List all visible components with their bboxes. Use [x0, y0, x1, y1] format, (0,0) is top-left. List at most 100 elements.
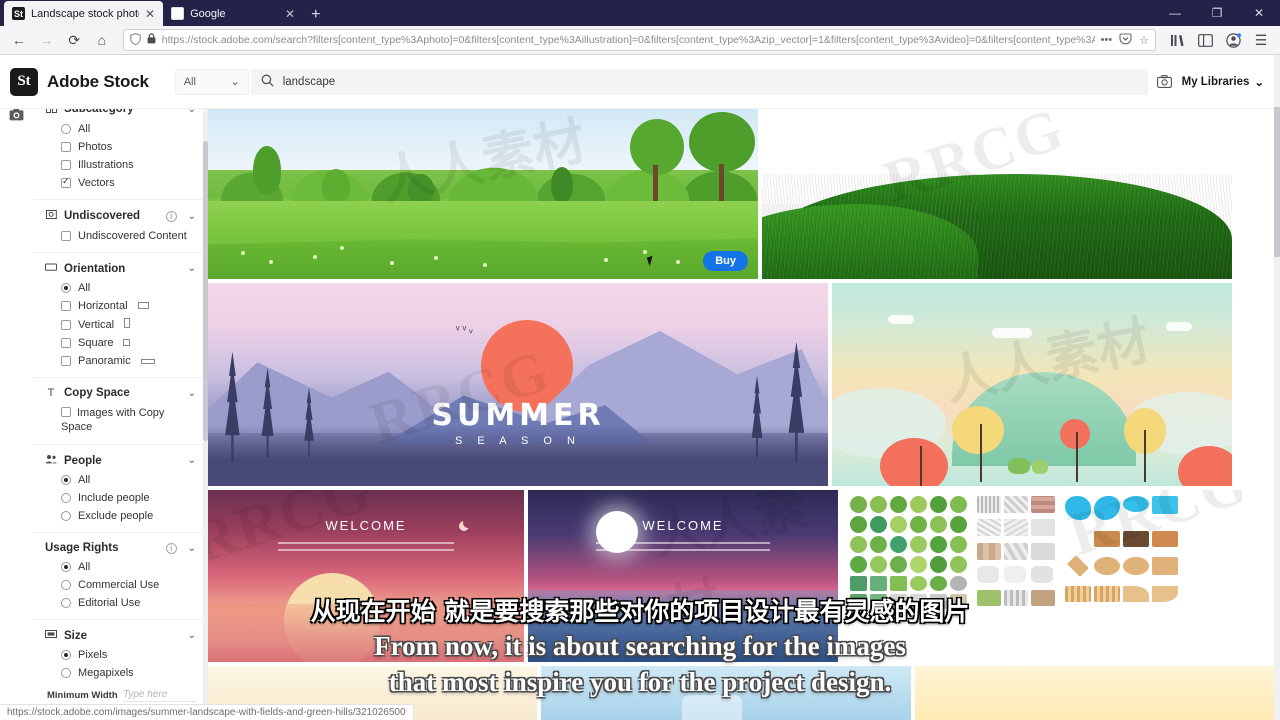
account-icon[interactable]: [1220, 28, 1246, 52]
radio-icon[interactable]: [61, 511, 71, 521]
back-button[interactable]: ←: [6, 28, 32, 52]
option-horizontal[interactable]: Horizontal: [61, 300, 196, 312]
option-label: All: [78, 474, 91, 486]
category-select[interactable]: All ⌄: [174, 68, 249, 95]
checkbox-icon[interactable]: [61, 356, 71, 366]
radio-icon[interactable]: [61, 598, 71, 608]
option-megapixels[interactable]: Megapixels: [61, 667, 196, 679]
info-icon[interactable]: i: [165, 210, 177, 222]
new-tab-button[interactable]: +: [303, 7, 328, 26]
result-card-welcome-sunset[interactable]: WELCOME RRCG: [208, 490, 524, 662]
page-scrollbar-thumb[interactable]: [1274, 107, 1280, 257]
result-card-summer-season[interactable]: ᵛ ᵛ ᵥ SUMMER S E A S O N RRCG: [208, 283, 828, 486]
radio-icon-selected[interactable]: [61, 283, 71, 293]
result-card-partial-2[interactable]: [541, 666, 911, 720]
adobe-stock-wordmark[interactable]: Adobe Stock: [47, 72, 149, 92]
chevron-down-icon[interactable]: ⌄: [188, 388, 196, 399]
option-all[interactable]: All: [61, 123, 196, 135]
icon-sheet: [850, 496, 1234, 609]
bookmark-star-icon[interactable]: ☆: [1139, 34, 1149, 47]
adobe-stock-logo-icon[interactable]: St: [10, 67, 38, 96]
result-card-landscape-icons[interactable]: RRCG: [842, 490, 1242, 662]
checkbox-icon[interactable]: [61, 160, 71, 170]
option-panoramic[interactable]: Panoramic: [61, 355, 196, 367]
chevron-down-icon[interactable]: ⌄: [188, 630, 196, 641]
radio-icon[interactable]: [61, 668, 71, 678]
option-all[interactable]: All: [61, 561, 196, 573]
result-card-autumn-pastel[interactable]: 人人素材: [832, 283, 1232, 486]
checkbox-icon[interactable]: [61, 319, 71, 330]
option-list: All Photos Illustrations Vectors: [45, 123, 196, 189]
option-exclude-people[interactable]: Exclude people: [61, 510, 196, 522]
search-bar[interactable]: landscape: [250, 68, 1148, 95]
trunk: [920, 446, 922, 486]
close-window-icon[interactable]: ✕: [1238, 0, 1280, 26]
search-input[interactable]: landscape: [283, 76, 335, 88]
people-icon: [45, 454, 57, 467]
library-icon[interactable]: [1164, 28, 1190, 52]
address-bar[interactable]: https://stock.adobe.com/search?filters[c…: [122, 29, 1157, 51]
option-commercial-use[interactable]: Commercial Use: [61, 579, 196, 591]
browser-tab-google[interactable]: G Google ✕: [163, 1, 303, 26]
chevron-down-icon[interactable]: ⌄: [188, 543, 196, 554]
option-photos[interactable]: Photos: [61, 141, 196, 153]
section-header[interactable]: Orientation ⌄: [45, 262, 196, 275]
section-header[interactable]: Undiscovered i ⌄: [45, 209, 196, 223]
tab-close-icon[interactable]: ✕: [285, 7, 295, 21]
chevron-down-icon[interactable]: ⌄: [188, 455, 196, 466]
option-vertical[interactable]: Vertical: [61, 318, 196, 331]
option-all[interactable]: All: [61, 474, 196, 486]
checkbox-icon[interactable]: [61, 142, 71, 152]
option-images-with-copy-space[interactable]: Images with Copy Space: [45, 406, 196, 434]
option-undiscovered-content[interactable]: Undiscovered Content: [61, 230, 196, 242]
section-header[interactable]: People ⌄: [45, 454, 196, 467]
result-card-meadow[interactable]: 人人素材 Buy: [208, 109, 758, 279]
forward-button[interactable]: →: [34, 28, 60, 52]
sidebar-icon[interactable]: [1192, 28, 1218, 52]
checkbox-icon[interactable]: [61, 407, 71, 417]
panoramic-shape-icon: [140, 355, 155, 367]
checkbox-icon[interactable]: [61, 338, 71, 348]
browser-tab-stock[interactable]: St Landscape stock photos, royalt ✕: [4, 1, 164, 26]
checkbox-icon[interactable]: [61, 301, 71, 311]
buy-button[interactable]: Buy: [703, 251, 748, 271]
radio-icon-selected[interactable]: [61, 475, 71, 485]
page-actions-icon[interactable]: •••: [1101, 34, 1113, 46]
visual-search-camera-icon[interactable]: [1148, 75, 1182, 88]
my-libraries-menu[interactable]: My Libraries ⌄: [1182, 75, 1280, 89]
minimum-width-input[interactable]: Type here: [123, 689, 196, 702]
option-vectors[interactable]: Vectors: [61, 176, 196, 189]
welcome-title: WELCOME: [642, 517, 724, 533]
option-include-people[interactable]: Include people: [61, 492, 196, 504]
reload-button[interactable]: ⟳: [61, 28, 87, 52]
tab-close-icon[interactable]: ✕: [145, 7, 155, 21]
shield-icon[interactable]: [130, 32, 141, 48]
checkbox-icon-checked[interactable]: [61, 176, 71, 188]
minimum-width-label: Minimum Width: [47, 690, 118, 701]
info-icon[interactable]: i: [165, 542, 177, 554]
result-card-green-hills[interactable]: RRCG: [762, 109, 1232, 279]
section-header[interactable]: Size ⌄: [45, 629, 196, 642]
option-all[interactable]: All: [61, 282, 196, 294]
chevron-down-icon[interactable]: ⌄: [188, 263, 196, 274]
maximize-icon[interactable]: ❐: [1196, 0, 1238, 26]
checkbox-icon[interactable]: [61, 231, 71, 241]
option-square[interactable]: Square: [61, 337, 196, 349]
radio-icon[interactable]: [61, 493, 71, 503]
result-card-welcome-night[interactable]: WELCOME 人人素材: [528, 490, 838, 662]
radio-icon[interactable]: [61, 580, 71, 590]
result-card-partial-3[interactable]: [914, 666, 1280, 720]
option-illustrations[interactable]: Illustrations: [61, 159, 196, 171]
option-editorial-use[interactable]: Editorial Use: [61, 597, 196, 609]
pocket-icon[interactable]: [1119, 32, 1132, 48]
radio-icon-selected[interactable]: [61, 562, 71, 572]
section-header[interactable]: Usage Rights i ⌄: [45, 542, 196, 554]
browser-menu-button[interactable]: ☰: [1248, 28, 1274, 52]
radio-icon[interactable]: [61, 124, 71, 134]
option-pixels[interactable]: Pixels: [61, 649, 196, 661]
section-header[interactable]: T Copy Space ⌄: [45, 387, 196, 399]
home-button[interactable]: ⌂: [89, 28, 115, 52]
radio-icon-selected[interactable]: [61, 650, 71, 660]
chevron-down-icon[interactable]: ⌄: [188, 211, 196, 222]
minimize-icon[interactable]: —: [1154, 0, 1196, 26]
